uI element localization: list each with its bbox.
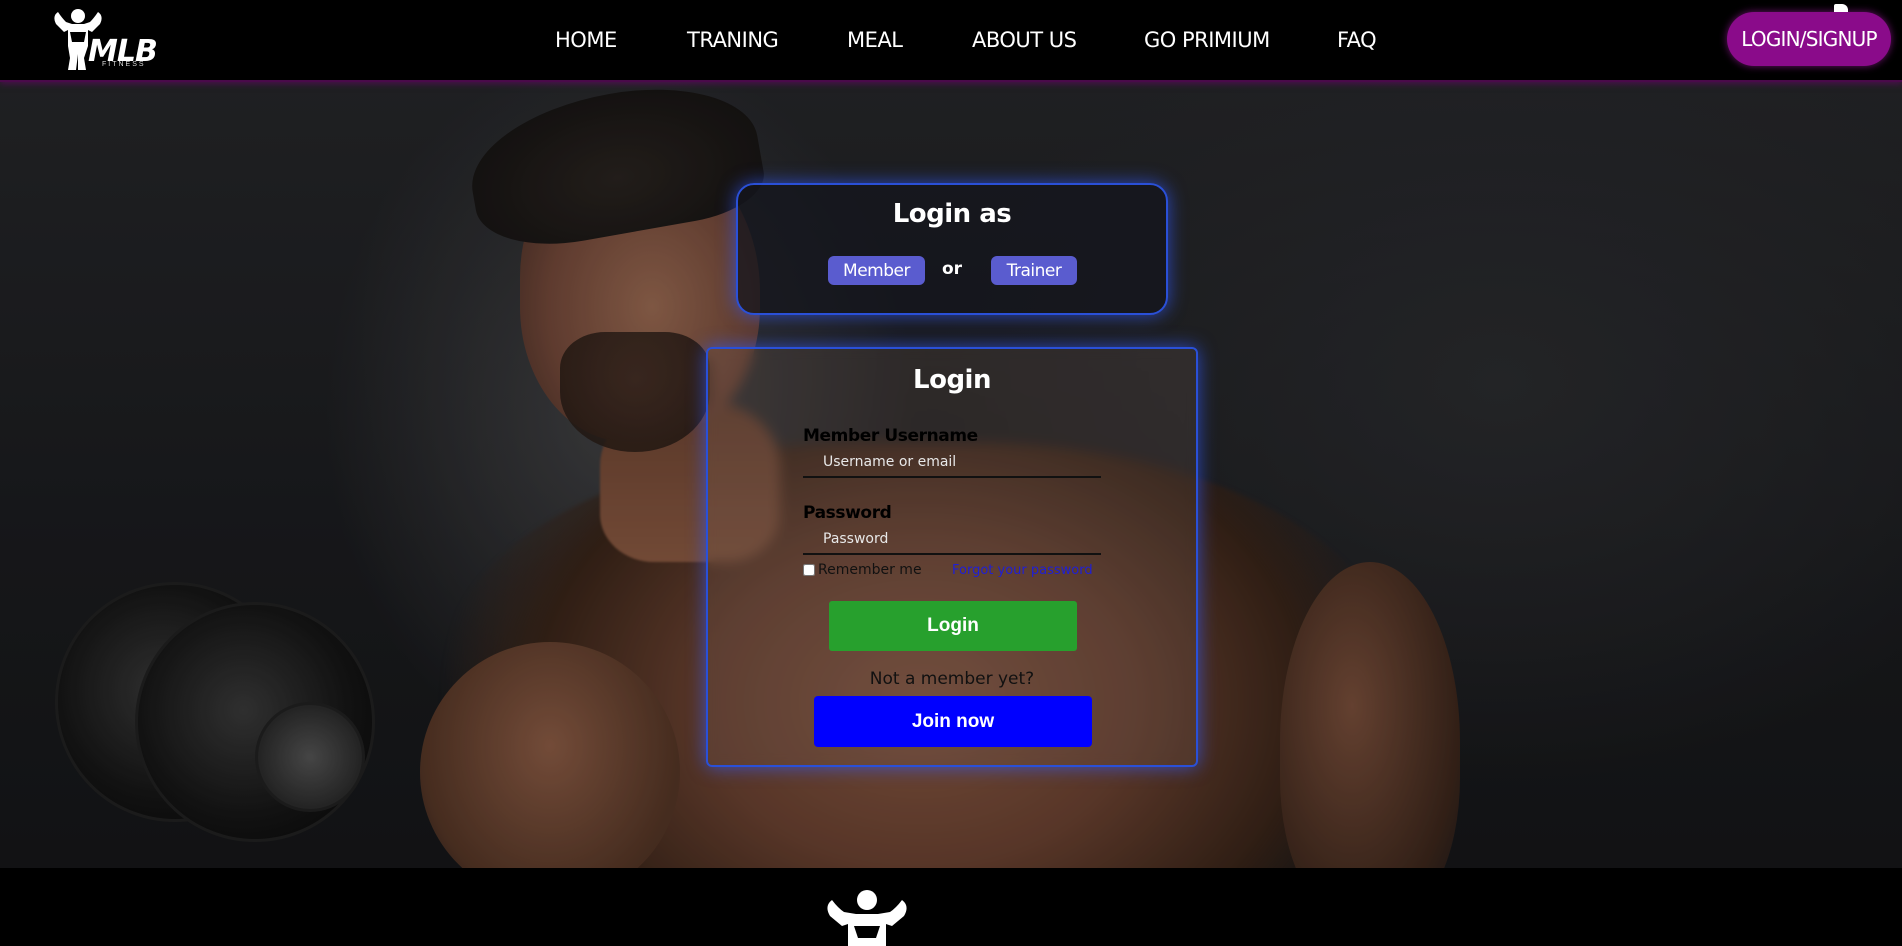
trainer-role-button[interactable]: Trainer: [991, 256, 1077, 285]
nav-go-premium[interactable]: GO PRIMIUM: [1144, 28, 1270, 52]
login-signup-button[interactable]: LOGIN/SIGNUP: [1727, 12, 1891, 66]
remember-me[interactable]: Remember me: [803, 562, 922, 578]
footer: [0, 868, 1902, 946]
nav-home[interactable]: HOME: [555, 28, 617, 52]
join-now-button[interactable]: Join now: [814, 696, 1092, 747]
password-label: Password: [803, 503, 892, 523]
forgot-password-link[interactable]: Forgot your password: [952, 563, 1093, 578]
login-form-panel: Login Member Username Password Remember …: [706, 347, 1198, 767]
corner-shape-icon: [1834, 4, 1848, 12]
nav-training[interactable]: TRANING: [687, 28, 779, 52]
nav-links: HOME TRANING MEAL ABOUT US GO PRIMIUM FA…: [0, 0, 1902, 82]
nav-about-us[interactable]: ABOUT US: [972, 28, 1077, 52]
password-input[interactable]: [803, 525, 1101, 555]
or-separator: or: [942, 259, 963, 279]
nav-faq[interactable]: FAQ: [1337, 28, 1377, 52]
login-as-panel: Login as Member Trainer: [736, 183, 1168, 315]
member-role-button[interactable]: Member: [828, 256, 925, 285]
top-navbar: MLB FITNESS HOME TRANING MEAL ABOUT US G…: [0, 0, 1902, 82]
nav-meal[interactable]: MEAL: [847, 28, 903, 52]
login-button[interactable]: Login: [829, 601, 1077, 651]
not-member-text: Not a member yet?: [869, 669, 1035, 689]
username-input[interactable]: [803, 448, 1101, 478]
remember-me-label: Remember me: [818, 562, 922, 578]
login-as-title: Login as: [892, 199, 1012, 229]
login-title: Login: [913, 365, 991, 395]
remember-me-checkbox[interactable]: [803, 564, 815, 576]
footer-logo-icon: [827, 890, 907, 946]
username-label: Member Username: [803, 426, 978, 446]
